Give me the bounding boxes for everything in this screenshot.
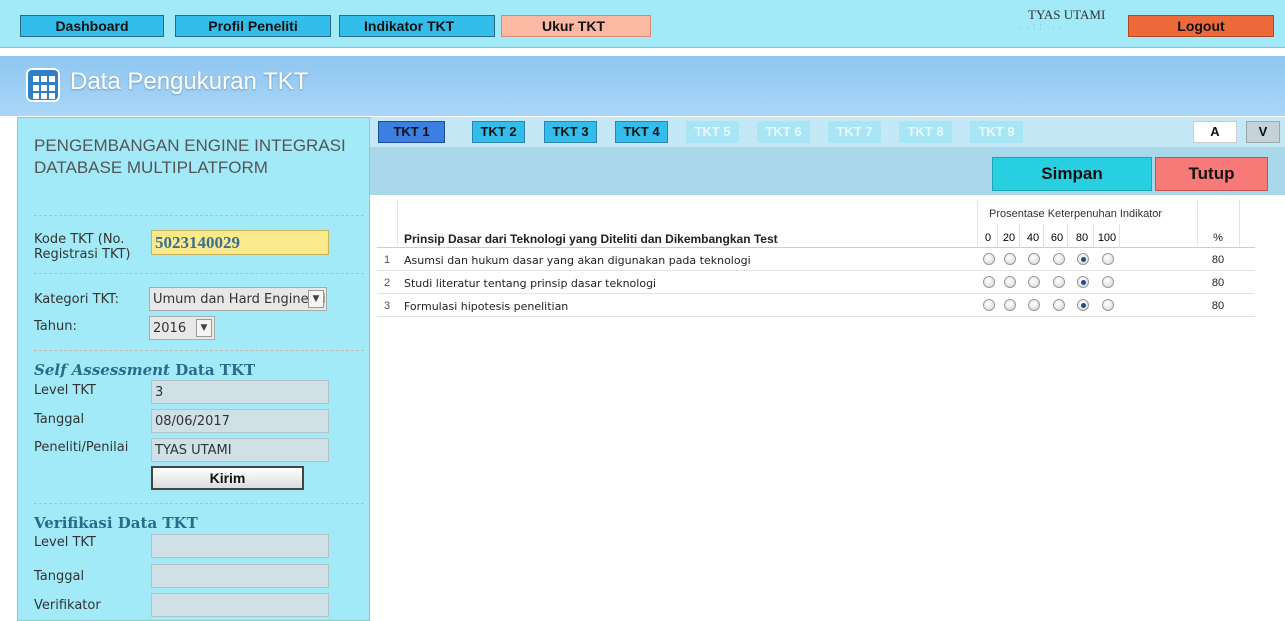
kategori-label: Kategori TKT: [34,292,120,307]
page-header: Data Pengukuran TKT [0,56,1285,116]
row-text: Asumsi dan hukum dasar yang akan digunak… [404,254,751,267]
row-text: Formulasi hipotesis penelitian [404,300,569,313]
table-row: 2 Studi literatur tentang prinsip dasar … [377,271,1255,294]
col-header-100: 100 [1097,232,1117,244]
col-header-40: 40 [1026,232,1040,244]
tahun-label: Tahun: [34,319,77,334]
user-name: TYAS UTAMI [1028,7,1106,22]
tab-tkt-5: TKT 5 [686,121,739,143]
grid-icon [26,68,60,102]
col-header-0: 0 [984,232,992,244]
divider [34,503,364,504]
row-number: 3 [383,300,391,312]
self-tanggal-field[interactable]: 08/06/2017 [151,409,329,433]
tab-tkt-3[interactable]: TKT 3 [544,121,597,143]
verif-verifikator-label: Verifikator [34,598,101,613]
radio-20[interactable] [1004,253,1016,265]
tab-tkt-2[interactable]: TKT 2 [472,121,525,143]
tab-tkt-8: TKT 8 [899,121,952,143]
radio-40[interactable] [1028,253,1040,265]
radio-100[interactable] [1102,299,1114,311]
indicator-table: Prosentase Keterpenuhan Indikator Prinsi… [377,200,1255,317]
project-info-panel: PENGEMBANGAN ENGINE INTEGRASI DATABASE M… [17,117,370,621]
user-info-faint: . . : : . . [1020,22,1062,31]
radio-20[interactable] [1004,299,1016,311]
top-navigation: Dashboard Profil Peneliti Indikator TKT … [0,0,1285,48]
project-title: PENGEMBANGAN ENGINE INTEGRASI DATABASE M… [34,136,346,177]
radio-40[interactable] [1028,276,1040,288]
row-number: 2 [383,277,391,289]
divider [34,215,364,216]
kategori-value: Umum dan Hard Engineering [153,292,327,307]
col-header-20: 20 [1002,232,1016,244]
logout-button[interactable]: Logout [1128,15,1274,37]
radio-60[interactable] [1053,276,1065,288]
verif-tanggal-field[interactable] [151,564,329,588]
self-penilai-label: Peneliti/Penilai [34,440,129,455]
tab-tkt-4[interactable]: TKT 4 [615,121,668,143]
pct-header: % [1213,232,1223,244]
nav-profil-peneliti[interactable]: Profil Peneliti [175,15,331,37]
self-tanggal-label: Tanggal [34,412,85,427]
self-level-field[interactable]: 3 [151,380,329,404]
row-pct: 80 [1211,254,1225,266]
divider [34,273,364,274]
tahun-select[interactable]: 2016 ▼ [149,316,215,340]
radio-60[interactable] [1053,253,1065,265]
page-title: Data Pengukuran TKT [70,68,309,95]
radio-0[interactable] [983,276,995,288]
chevron-down-icon: ▼ [308,290,324,308]
nav-dashboard[interactable]: Dashboard [20,15,164,37]
view-a-button[interactable]: A [1193,121,1237,143]
action-bar: Simpan Tutup [370,147,1285,195]
kategori-select[interactable]: Umum dan Hard Engineering ▼ [149,287,327,311]
tahun-value: 2016 [153,321,187,336]
group-header: Prosentase Keterpenuhan Indikator [989,208,1163,220]
nav-ukur-tkt[interactable]: Ukur TKT [501,15,651,37]
radio-40[interactable] [1028,299,1040,311]
self-assessment-heading: Self Assessment Data TKT [34,361,256,379]
radio-0[interactable] [983,299,995,311]
radio-80[interactable] [1077,299,1089,311]
kirim-button[interactable]: Kirim [151,466,304,490]
tab-tkt-7: TKT 7 [828,121,881,143]
row-number: 1 [383,254,391,266]
kode-tkt-label: Kode TKT (No. Registrasi TKT) [34,232,131,262]
view-v-button[interactable]: V [1246,121,1280,143]
radio-100[interactable] [1102,276,1114,288]
tab-tkt-1[interactable]: TKT 1 [378,121,445,143]
tkt-tabs-bar: TKT 1 TKT 2 TKT 3 TKT 4 TKT 5 TKT 6 TKT … [370,117,1285,147]
row-pct: 80 [1211,300,1225,312]
self-level-label: Level TKT [34,383,96,398]
radio-60[interactable] [1053,299,1065,311]
table-title: Prinsip Dasar dari Teknologi yang Diteli… [404,232,778,246]
radio-20[interactable] [1004,276,1016,288]
radio-100[interactable] [1102,253,1114,265]
row-pct: 80 [1211,277,1225,289]
divider [34,350,364,351]
radio-80[interactable] [1077,253,1089,265]
chevron-down-icon: ▼ [196,319,212,337]
nav-indikator-tkt[interactable]: Indikator TKT [339,15,495,37]
tab-tkt-9: TKT 9 [970,121,1023,143]
verif-level-field[interactable] [151,534,329,558]
kode-tkt-field[interactable]: 5023140029 [151,230,329,255]
table-row: 1 Asumsi dan hukum dasar yang akan digun… [377,248,1255,271]
col-header-80: 80 [1075,232,1089,244]
col-header-60: 60 [1050,232,1064,244]
verifikasi-heading: Verifikasi Data TKT [34,514,198,532]
table-header: Prosentase Keterpenuhan Indikator Prinsi… [377,200,1255,248]
tutup-button[interactable]: Tutup [1155,157,1268,191]
verif-verifikator-field[interactable] [151,593,329,617]
tab-tkt-6: TKT 6 [757,121,810,143]
table-row: 3 Formulasi hipotesis penelitian 80 [377,294,1255,317]
simpan-button[interactable]: Simpan [992,157,1152,191]
radio-80[interactable] [1077,276,1089,288]
row-text: Studi literatur tentang prinsip dasar te… [404,277,657,290]
self-penilai-field[interactable]: TYAS UTAMI [151,438,329,462]
verif-level-label: Level TKT [34,535,96,550]
verif-tanggal-label: Tanggal [34,569,85,584]
radio-0[interactable] [983,253,995,265]
